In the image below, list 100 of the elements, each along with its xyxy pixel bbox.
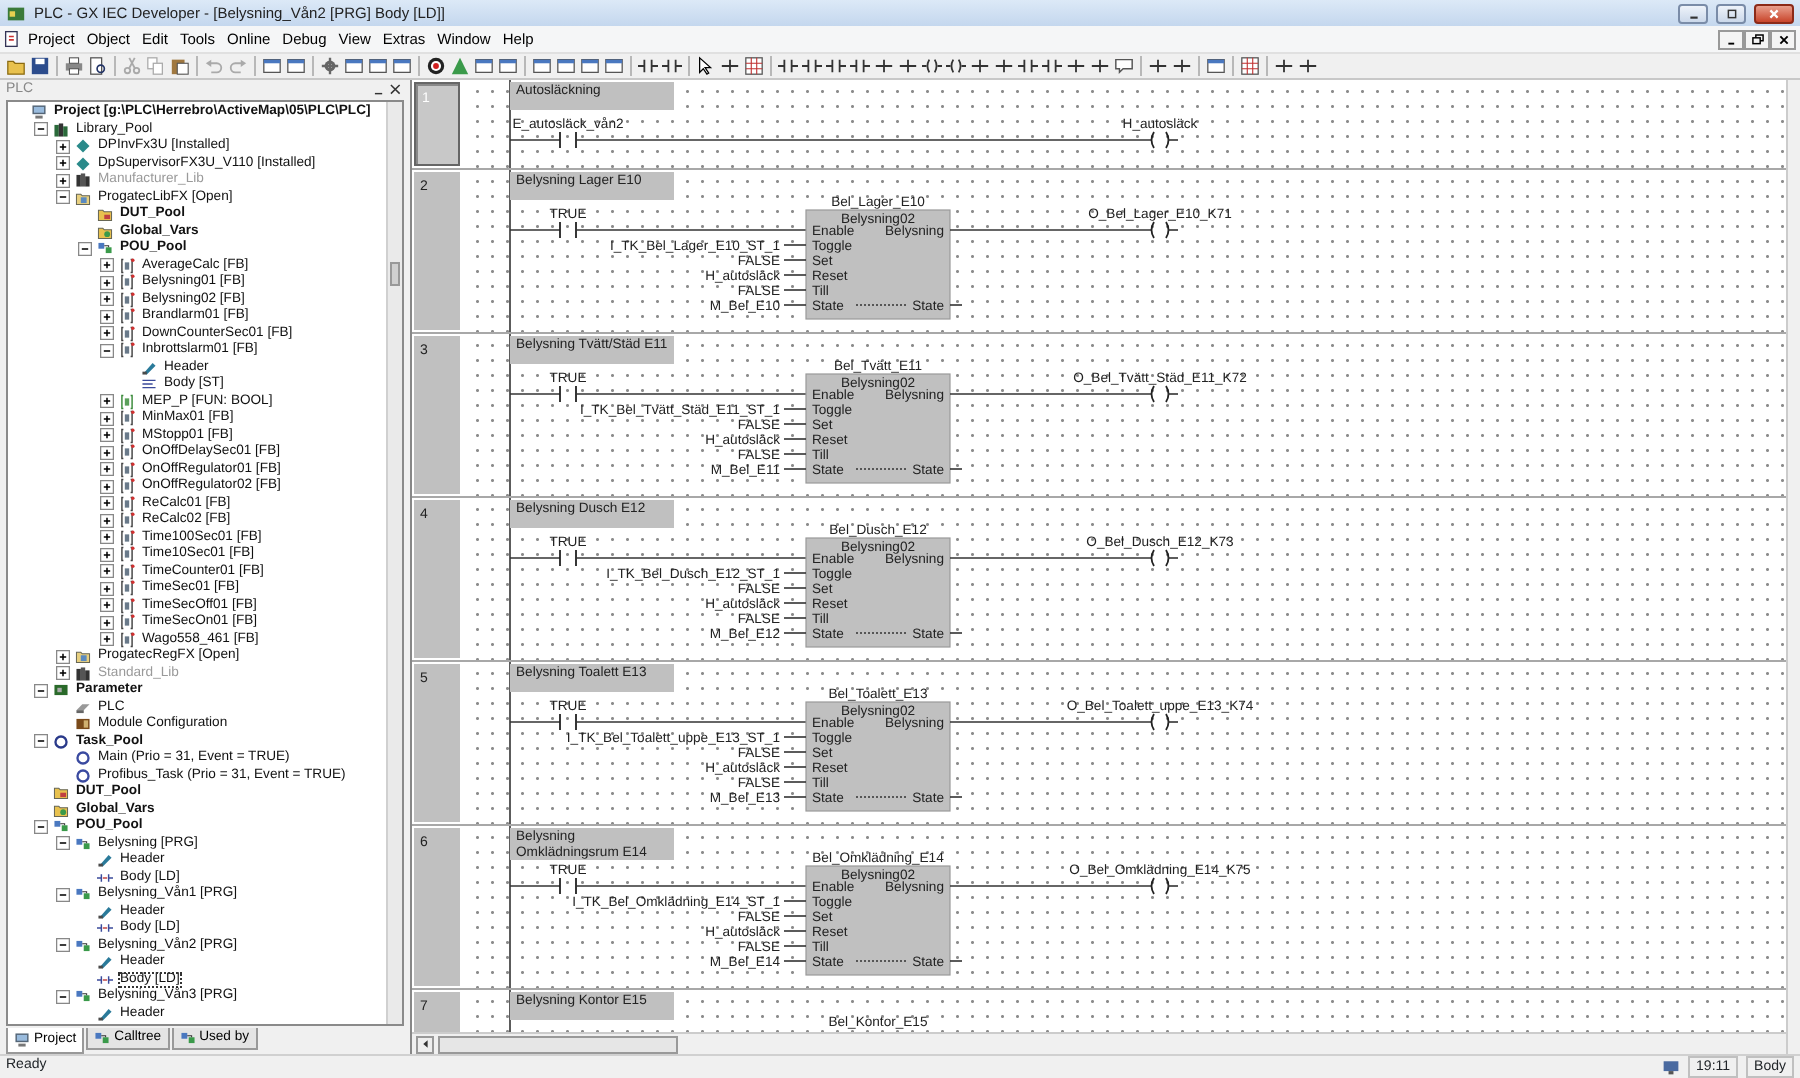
window-icon[interactable] [344, 56, 364, 76]
window-icon[interactable] [286, 56, 306, 76]
window-icon[interactable] [368, 56, 388, 76]
scrollbar[interactable] [386, 102, 402, 1024]
tree-expander[interactable] [34, 819, 48, 834]
tree-expander[interactable] [56, 666, 70, 681]
tree-expander[interactable] [100, 326, 114, 341]
maximize-button[interactable] [1716, 3, 1746, 23]
tree-expander[interactable] [100, 564, 114, 579]
tree-expander[interactable] [100, 394, 114, 409]
wire [949, 304, 963, 306]
tree-expander[interactable] [100, 411, 114, 426]
preview-icon[interactable] [88, 56, 108, 76]
close-button[interactable] [1770, 29, 1796, 49]
window-icon[interactable] [262, 56, 282, 76]
close-icon[interactable] [388, 82, 404, 98]
minimize-button[interactable] [1678, 3, 1708, 23]
block-icon [118, 342, 136, 359]
contact-icon[interactable] [662, 56, 682, 76]
grid-icon[interactable] [744, 56, 764, 76]
contact-symbol [559, 549, 577, 567]
tree-expander[interactable] [100, 530, 114, 545]
tree-expander[interactable] [56, 156, 70, 171]
window-icon[interactable] [556, 56, 576, 76]
block-icon [118, 546, 136, 563]
window-icon[interactable] [498, 56, 518, 76]
window-icon[interactable] [604, 56, 624, 76]
block-icon [118, 614, 136, 631]
tree-expander[interactable] [100, 547, 114, 562]
contact-icon[interactable] [826, 56, 846, 76]
contact-icon[interactable] [802, 56, 822, 76]
window-icon[interactable] [392, 56, 412, 76]
tree-expander[interactable] [34, 734, 48, 749]
window-icon[interactable] [580, 56, 600, 76]
tree-expander[interactable] [100, 309, 114, 324]
tree-expander[interactable] [100, 343, 114, 358]
contact-icon[interactable] [778, 56, 798, 76]
window-icon[interactable] [1206, 56, 1226, 76]
contact-icon[interactable] [1018, 56, 1038, 76]
tree-expander[interactable] [56, 938, 70, 953]
tree-expander[interactable] [100, 581, 114, 596]
printer-icon[interactable] [64, 56, 84, 76]
books-icon [52, 121, 70, 138]
paste-icon[interactable] [170, 56, 190, 76]
scrollbar-thumb[interactable] [390, 262, 400, 286]
tree-expander[interactable] [100, 292, 114, 307]
restore-button[interactable] [1744, 29, 1770, 49]
tree-expander[interactable] [34, 122, 48, 137]
window-icon[interactable] [474, 56, 494, 76]
tree-expander[interactable] [100, 496, 114, 511]
tree-expander[interactable] [56, 989, 70, 1004]
tree-expander[interactable] [100, 258, 114, 273]
block-icon [118, 427, 136, 444]
grid-icon[interactable] [1240, 56, 1260, 76]
wire [783, 244, 807, 246]
tree-expander[interactable] [34, 683, 48, 698]
tree-expander[interactable] [56, 836, 70, 851]
tree-expander[interactable] [56, 139, 70, 154]
wire [783, 423, 807, 425]
contact-icon[interactable] [850, 56, 870, 76]
tree-expander[interactable] [100, 479, 114, 494]
tree-expander[interactable] [78, 241, 92, 256]
window-icon[interactable] [532, 56, 552, 76]
coil-icon[interactable] [946, 56, 966, 76]
tree-expander[interactable] [56, 190, 70, 205]
wire [783, 259, 807, 261]
comment-icon[interactable] [1114, 56, 1134, 76]
tree-expander[interactable] [100, 275, 114, 290]
blocks-icon [74, 835, 92, 852]
tree-expander[interactable] [56, 887, 70, 902]
contact-icon[interactable] [1042, 56, 1062, 76]
wire [783, 274, 807, 276]
tree-expander[interactable] [56, 649, 70, 664]
tree-expander[interactable] [100, 428, 114, 443]
tree-expander[interactable] [100, 598, 114, 613]
target-icon[interactable] [426, 56, 446, 76]
tree-expander[interactable] [100, 445, 114, 460]
tree-expander[interactable] [100, 615, 114, 630]
wire [1167, 229, 1179, 231]
block-icon [118, 393, 136, 410]
contact-icon[interactable] [638, 56, 658, 76]
tree-expander[interactable] [100, 632, 114, 647]
block-icon [118, 512, 136, 529]
scroll-left-button[interactable] [416, 1035, 434, 1053]
close-button[interactable] [1754, 3, 1794, 23]
coil-icon[interactable] [922, 56, 942, 76]
tree-expander[interactable] [100, 513, 114, 528]
wire [509, 721, 561, 723]
minimize-button[interactable] [1718, 29, 1744, 49]
wire [1167, 393, 1179, 395]
block-icon [118, 529, 136, 546]
tree-expander[interactable] [100, 462, 114, 477]
computer-icon [14, 1032, 30, 1048]
scrollbar-thumb[interactable] [438, 1035, 678, 1053]
tree-expander[interactable] [56, 173, 70, 188]
block-icon [118, 257, 136, 274]
scrollbar[interactable] [1786, 80, 1800, 1054]
wire [783, 632, 807, 634]
pointer-icon[interactable] [696, 56, 716, 76]
save-icon[interactable] [30, 56, 50, 76]
